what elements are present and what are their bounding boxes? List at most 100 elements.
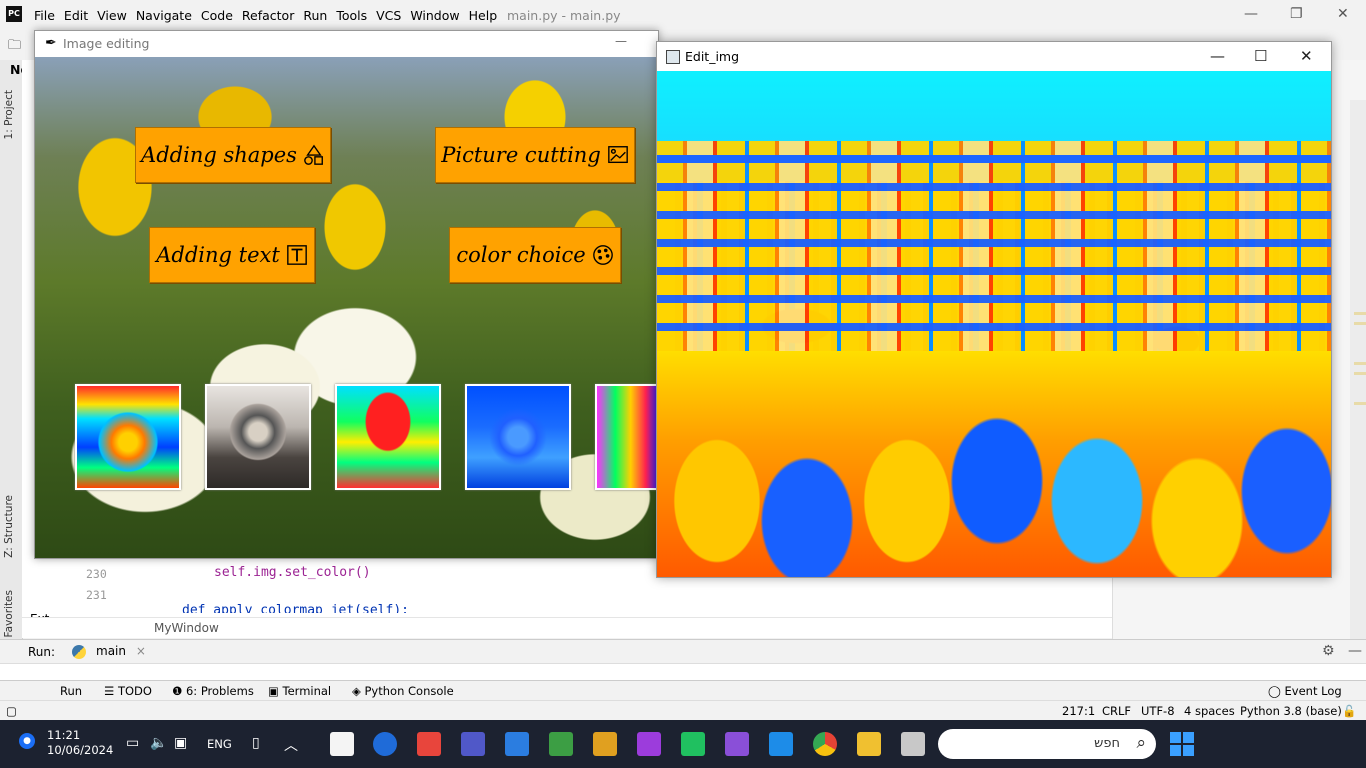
event-log-icon: ◯ xyxy=(1268,684,1285,698)
menu-edit[interactable]: Edit xyxy=(64,8,88,23)
taskbar-search-box[interactable]: חפש ⌕ xyxy=(938,729,1156,759)
image-crop-icon xyxy=(607,146,628,164)
taskbar-app-pycharm[interactable] xyxy=(681,732,705,756)
clock-date: 10/06/2024 xyxy=(47,743,114,757)
line-number: 231 xyxy=(86,588,107,602)
taskbar-app-visual-studio[interactable] xyxy=(725,732,749,756)
right-scroll-stripe[interactable] xyxy=(1350,100,1366,640)
taskbar-app-tools[interactable] xyxy=(593,732,617,756)
ide-minimize-icon[interactable]: — xyxy=(1244,6,1258,22)
menu-run[interactable]: Run xyxy=(303,8,327,23)
layout-icon[interactable]: ▢ xyxy=(6,704,17,718)
filter-thumbnail-jet[interactable] xyxy=(75,384,181,490)
tool-tab-python-console[interactable]: ◈ Python Console xyxy=(352,684,454,698)
line-number: 230 xyxy=(86,567,107,581)
tulip-background-image: Adding shapes Picture cutting Adding tex… xyxy=(35,57,658,558)
tab-project[interactable]: 1: Project xyxy=(3,90,15,139)
window-app-icon xyxy=(666,50,680,64)
minimize-icon[interactable]: — xyxy=(1348,643,1362,659)
terminal-icon: ▣ xyxy=(268,684,283,698)
code-line[interactable]: def apply_colormap_jet(self): xyxy=(182,603,409,613)
breadcrumb[interactable]: MyWindow xyxy=(154,621,219,635)
filter-thumbnail-hsv[interactable] xyxy=(595,384,658,490)
adding-text-label: Adding text xyxy=(156,243,280,267)
run-label: Run: xyxy=(28,645,56,659)
ide-restore-icon[interactable]: ❐ xyxy=(1290,6,1303,22)
color-choice-button[interactable]: color choice xyxy=(449,227,621,283)
interpreter[interactable]: Python 3.8 (base) xyxy=(1240,704,1342,718)
tool-tab-run[interactable]: Run xyxy=(60,684,82,698)
chevron-up-icon[interactable]: ︿ xyxy=(284,735,298,755)
menu-code[interactable]: Code xyxy=(201,8,233,23)
adding-text-button[interactable]: Adding text xyxy=(149,227,315,283)
minimize-icon[interactable]: — xyxy=(615,34,627,48)
taskbar-app-chrome[interactable] xyxy=(813,732,837,756)
menu-window[interactable]: Window xyxy=(410,8,459,23)
color-choice-label: color choice xyxy=(456,243,586,267)
filter-thumbnail-sepia[interactable] xyxy=(205,384,311,490)
adding-shapes-button[interactable]: Adding shapes xyxy=(135,127,331,183)
language-indicator[interactable]: ENG xyxy=(207,737,232,751)
ide-close-icon[interactable]: ✕ xyxy=(1337,6,1349,22)
menu-help[interactable]: Help xyxy=(469,8,498,23)
taskbar-app-file[interactable] xyxy=(330,732,354,756)
folder-icon[interactable]: 🗀 xyxy=(8,36,21,58)
menu-view[interactable]: View xyxy=(97,8,127,23)
close-icon[interactable]: × xyxy=(136,644,146,658)
indent-setting[interactable]: 4 spaces xyxy=(1184,704,1235,718)
clock[interactable]: 11:21 10/06/2024 xyxy=(47,728,113,758)
taskbar-app-task-view[interactable] xyxy=(901,732,925,756)
image-buildings xyxy=(657,141,1331,351)
status-bar: ▢ 217:1 CRLF UTF-8 4 spaces Python 3.8 (… xyxy=(0,700,1366,721)
run-console[interactable] xyxy=(0,663,1366,680)
taskbar-app-explorer[interactable] xyxy=(857,732,881,756)
console-icon: ◈ xyxy=(352,684,365,698)
battery-icon[interactable]: ▭ xyxy=(126,735,139,751)
image-editing-titlebar[interactable]: ✒ Image editing — xyxy=(35,31,658,57)
minimize-icon[interactable]: — xyxy=(1210,47,1225,65)
taskbar-app-intellij[interactable] xyxy=(637,732,661,756)
taskbar-app-vscode[interactable] xyxy=(769,732,793,756)
scroll-marker xyxy=(1354,402,1366,405)
scroll-marker xyxy=(1354,372,1366,375)
usb-icon[interactable]: ▯ xyxy=(252,735,260,751)
menu-navigate[interactable]: Navigate xyxy=(136,8,192,23)
line-separator[interactable]: CRLF xyxy=(1102,704,1131,718)
maximize-icon[interactable]: ☐ xyxy=(1254,47,1267,65)
picture-cutting-button[interactable]: Picture cutting xyxy=(435,127,635,183)
tool-tab-problems[interactable]: ❶ 6: Problems xyxy=(172,684,254,698)
filter-thumbnail-blue[interactable] xyxy=(465,384,571,490)
edit-img-titlebar[interactable]: Edit_img — ☐ ✕ xyxy=(657,42,1331,71)
tool-tab-todo[interactable]: ☰ TODO xyxy=(104,684,152,698)
code-line[interactable]: self.img.set_color() xyxy=(214,565,371,580)
start-button[interactable] xyxy=(1170,732,1194,756)
menu-tools[interactable]: Tools xyxy=(336,8,367,23)
display-icon[interactable]: ▣ xyxy=(174,735,187,751)
lock-icon[interactable]: 🔓 xyxy=(1342,704,1356,718)
caret-position[interactable]: 217:1 xyxy=(1062,704,1095,718)
tab-structure[interactable]: Z: Structure xyxy=(3,495,15,558)
tool-tab-event-log[interactable]: ◯ Event Log xyxy=(1268,684,1342,698)
notification-icon[interactable]: ● xyxy=(19,733,35,749)
tool-window-tabs: Run ☰ TODO ❶ 6: Problems ▣ Terminal ◈ Py… xyxy=(0,680,1366,701)
taskbar-app-sheets[interactable] xyxy=(549,732,573,756)
palette-icon xyxy=(592,245,613,265)
taskbar-app-anydesk[interactable] xyxy=(417,732,441,756)
taskbar-app-teamviewer[interactable] xyxy=(373,732,397,756)
window-title: Image editing xyxy=(63,36,150,51)
gear-icon[interactable]: ⚙ xyxy=(1322,643,1335,659)
taskbar: ● 11:21 10/06/2024 ▭ 🔈 ▣ ENG ▯ ︿ חפש ⌕ xyxy=(0,720,1366,768)
close-icon[interactable]: ✕ xyxy=(1300,47,1313,65)
menu-refactor[interactable]: Refactor xyxy=(242,8,294,23)
tool-tab-terminal[interactable]: ▣ Terminal xyxy=(268,684,331,698)
menu-file[interactable]: File xyxy=(34,8,55,23)
taskbar-app-todo[interactable] xyxy=(505,732,529,756)
edited-image-jet-colormap xyxy=(657,71,1331,577)
run-tab-main[interactable]: main × xyxy=(72,644,152,659)
menu-vcs[interactable]: VCS xyxy=(376,8,401,23)
file-encoding[interactable]: UTF-8 xyxy=(1141,704,1175,718)
tool-tab-todo-label: TODO xyxy=(117,684,152,698)
volume-icon[interactable]: 🔈 xyxy=(150,735,167,751)
taskbar-app-teams[interactable] xyxy=(461,732,485,756)
filter-thumbnail-rainbow[interactable] xyxy=(335,384,441,490)
